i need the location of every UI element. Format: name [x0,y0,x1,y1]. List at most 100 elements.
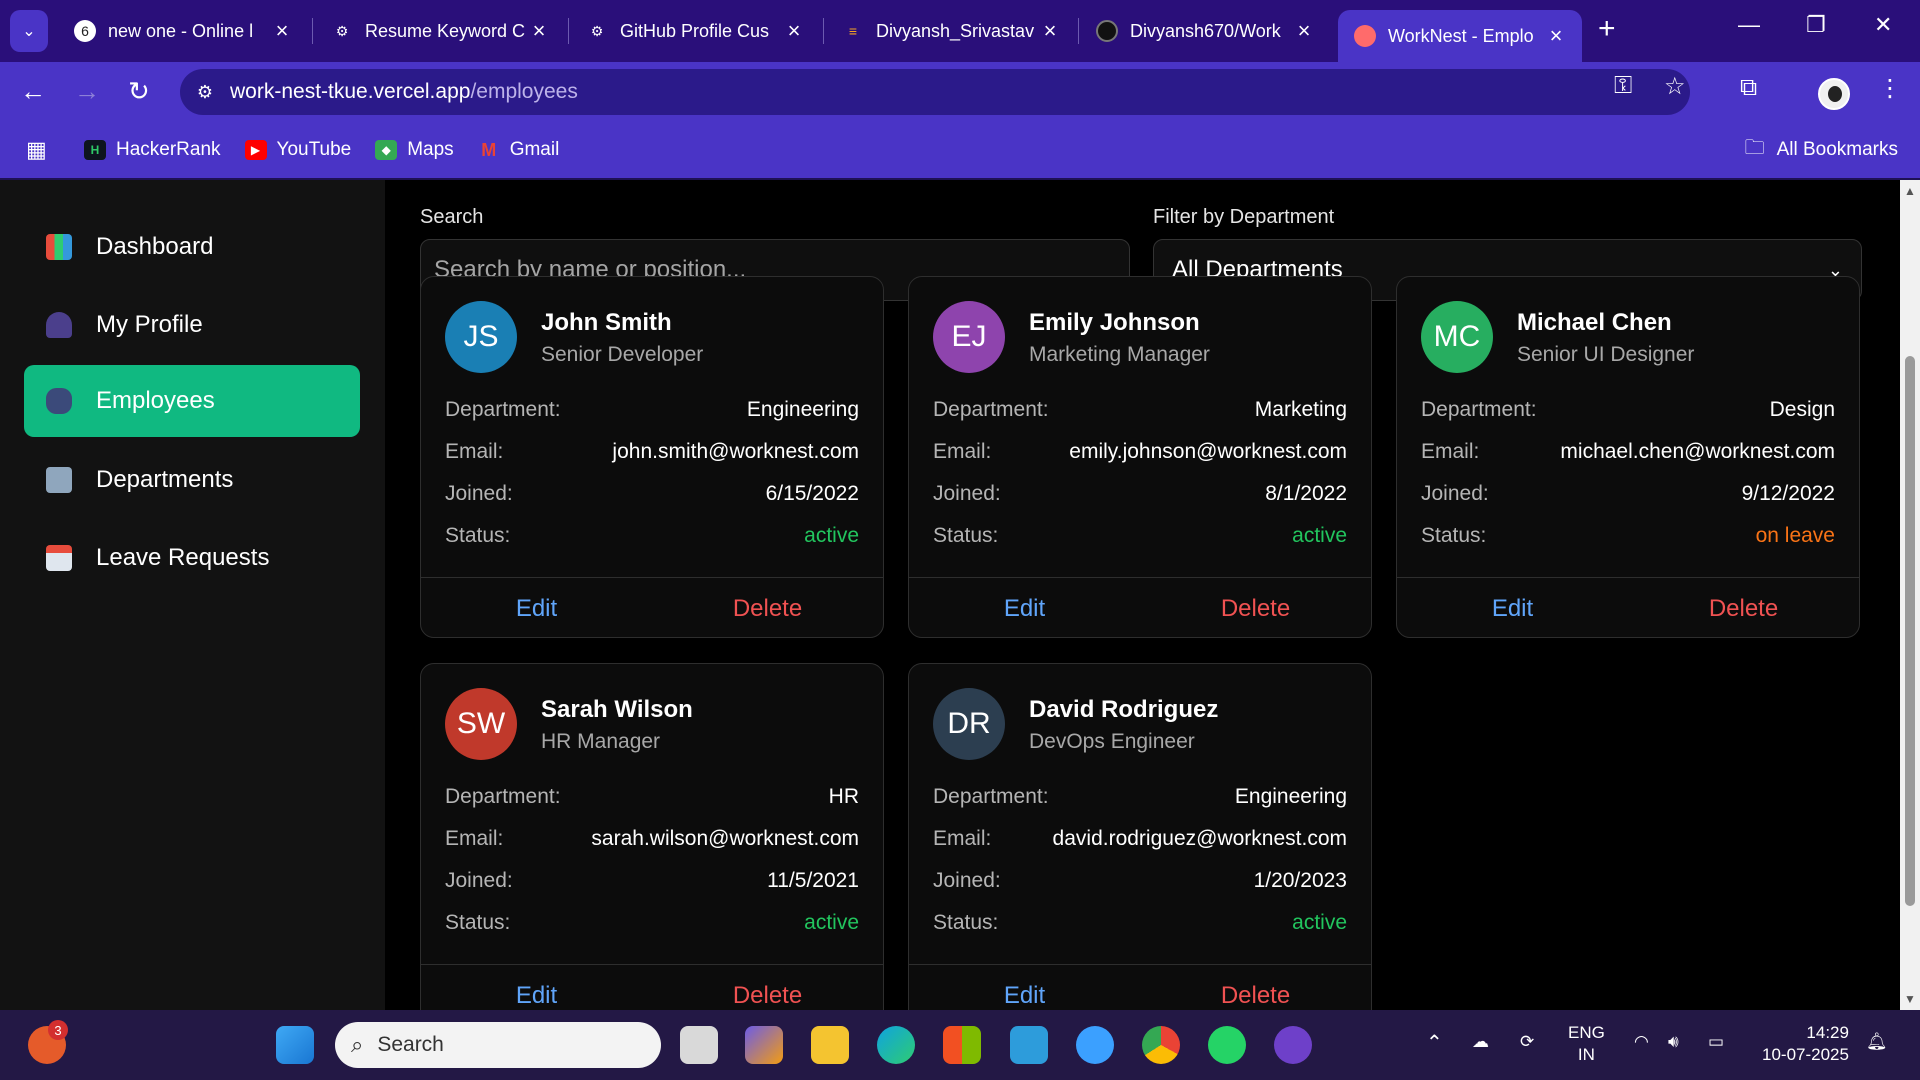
page-scrollbar[interactable]: ▲ ▼ [1900,180,1920,1010]
forward-icon[interactable]: → [74,76,100,107]
employee-avatar: MC [1421,301,1493,373]
employee-name: Sarah Wilson [541,696,693,723]
browser-tab[interactable]: Divyansh670/Work × [1080,10,1330,52]
hp-icon[interactable] [1010,1026,1048,1064]
card-actions: Edit Delete [421,964,883,1010]
sidebar-item-my-profile[interactable]: My Profile [24,289,360,361]
new-tab-icon[interactable]: + [1598,12,1616,46]
browser-tab[interactable]: 6 new one - Online l × [58,10,308,52]
tab-divider [823,18,824,44]
close-window-icon[interactable]: ✕ [1874,12,1892,38]
sidebar-item-leave-requests[interactable]: Leave Requests [24,522,360,594]
hackerrank-icon: H [84,140,106,160]
wifi-icon[interactable]: ◠ [1634,1032,1649,1052]
employee-email: david.rodriguez@worknest.com [1052,827,1347,850]
profile-avatar[interactable] [1818,78,1850,110]
bookmark-star-icon[interactable]: ☆ [1664,72,1686,101]
onedrive-icon[interactable]: ☁ [1472,1032,1489,1052]
copilot-icon[interactable] [745,1026,783,1064]
more-menu-icon[interactable]: ⋮ [1878,74,1902,103]
edit-button[interactable]: Edit [421,578,652,639]
edit-button[interactable]: Edit [1397,578,1628,639]
windows-start-icon[interactable] [276,1026,314,1064]
tab-search-icon[interactable]: ⌄ [10,10,48,52]
task-view-icon[interactable] [680,1026,718,1064]
system-clock[interactable]: 14:29 10-07-2025 [1762,1022,1849,1066]
openai-icon: ⚙ [590,22,604,39]
delete-button[interactable]: Delete [1140,965,1371,1010]
sidebar-item-dashboard[interactable]: Dashboard [24,211,360,283]
file-explorer-icon[interactable] [811,1026,849,1064]
store-icon[interactable] [943,1026,981,1064]
users-icon [46,388,72,414]
employee-joined: 8/1/2022 [1265,482,1347,505]
sync-icon[interactable]: ⟳ [1520,1032,1534,1052]
sidebar-item-employees[interactable]: Employees [24,365,360,437]
scrollbar-thumb[interactable] [1905,356,1915,906]
close-tab-icon[interactable]: × [1294,18,1314,44]
employee-card: MC Michael Chen Senior UI Designer Depar… [1396,276,1860,638]
employee-department: HR [828,785,859,808]
browser-tab[interactable]: ≡ Divyansh_Srivastav × [826,10,1076,52]
minimize-icon[interactable]: — [1738,12,1760,38]
employee-email: john.smith@worknest.com [612,440,859,463]
language-indicator[interactable]: ENG IN [1568,1022,1605,1066]
browser-tab[interactable]: ⚙ Resume Keyword C × [315,10,565,52]
edit-button[interactable]: Edit [909,578,1140,639]
restore-icon[interactable]: ❐ [1806,12,1826,38]
folder-icon: 🗀 [1744,137,1765,159]
reload-icon[interactable]: ↻ [128,76,150,107]
delete-button[interactable]: Delete [652,965,883,1010]
github-icon [1096,20,1118,42]
employee-department: Marketing [1254,398,1347,421]
close-tab-icon[interactable]: × [1040,18,1060,44]
gmail-icon: M [481,139,497,160]
employee-avatar: EJ [933,301,1005,373]
site-info-icon[interactable]: ⚙ [180,82,230,103]
sidebar-item-departments[interactable]: Departments [24,444,360,516]
browser-tab-active[interactable]: WorkNest - Emplo × [1338,10,1582,62]
browser-tab[interactable]: ⚙ GitHub Profile Cus × [570,10,820,52]
battery-icon[interactable]: ▭ [1708,1032,1724,1052]
edit-button[interactable]: Edit [421,965,652,1010]
card-actions: Edit Delete [909,577,1371,639]
scroll-down-icon[interactable]: ▼ [1904,992,1916,1006]
github-desktop-icon[interactable] [1274,1026,1312,1064]
employee-department: Design [1769,398,1835,421]
volume-icon[interactable]: 🔊︎ [1668,1032,1679,1052]
delete-button[interactable]: Delete [1140,578,1371,639]
department-row: Department: HR [445,785,859,808]
email-row: Email: emily.johnson@worknest.com [933,440,1347,463]
help-icon[interactable] [1076,1026,1114,1064]
apps-grid-icon[interactable]: ▦ [26,137,50,163]
close-tab-icon[interactable]: × [1546,23,1566,49]
edit-button[interactable]: Edit [909,965,1140,1010]
edge-icon[interactable] [877,1026,915,1064]
extensions-icon[interactable]: ⧉ [1740,74,1757,102]
notifications-icon[interactable]: 🔔︎ [1866,1032,1888,1052]
delete-button[interactable]: Delete [1628,578,1859,639]
close-tab-icon[interactable]: × [529,18,549,44]
delete-button[interactable]: Delete [652,578,883,639]
bookmark-youtube[interactable]: ▶ YouTube [244,139,351,161]
status-badge: active [804,524,859,547]
taskbar-search[interactable]: ⌕ Search [335,1022,661,1068]
all-bookmarks-button[interactable]: 🗀 All Bookmarks [1745,133,1898,167]
close-tab-icon[interactable]: × [272,18,292,44]
address-bar[interactable]: ⚙ work-nest-tkue.vercel.app/employees [180,69,1690,115]
bookmark-maps[interactable]: ◆ Maps [375,139,454,161]
employee-avatar: JS [445,301,517,373]
whatsapp-icon[interactable] [1208,1026,1246,1064]
bookmark-gmail[interactable]: M Gmail [478,139,559,161]
status-row: Status: on leave [1421,524,1835,547]
bookmark-hackerrank[interactable]: H HackerRank [84,139,221,161]
scroll-up-icon[interactable]: ▲ [1904,184,1916,198]
password-key-icon[interactable]: ⚿ [1614,72,1632,100]
status-row: Status: active [933,524,1347,547]
chrome-icon[interactable] [1142,1026,1180,1064]
employee-name: David Rodriguez [1029,696,1219,723]
close-tab-icon[interactable]: × [784,18,804,44]
joined-row: Joined: 1/20/2023 [933,869,1347,892]
back-icon[interactable]: ← [20,76,46,107]
show-hidden-icons[interactable]: ⌃ [1426,1030,1443,1055]
